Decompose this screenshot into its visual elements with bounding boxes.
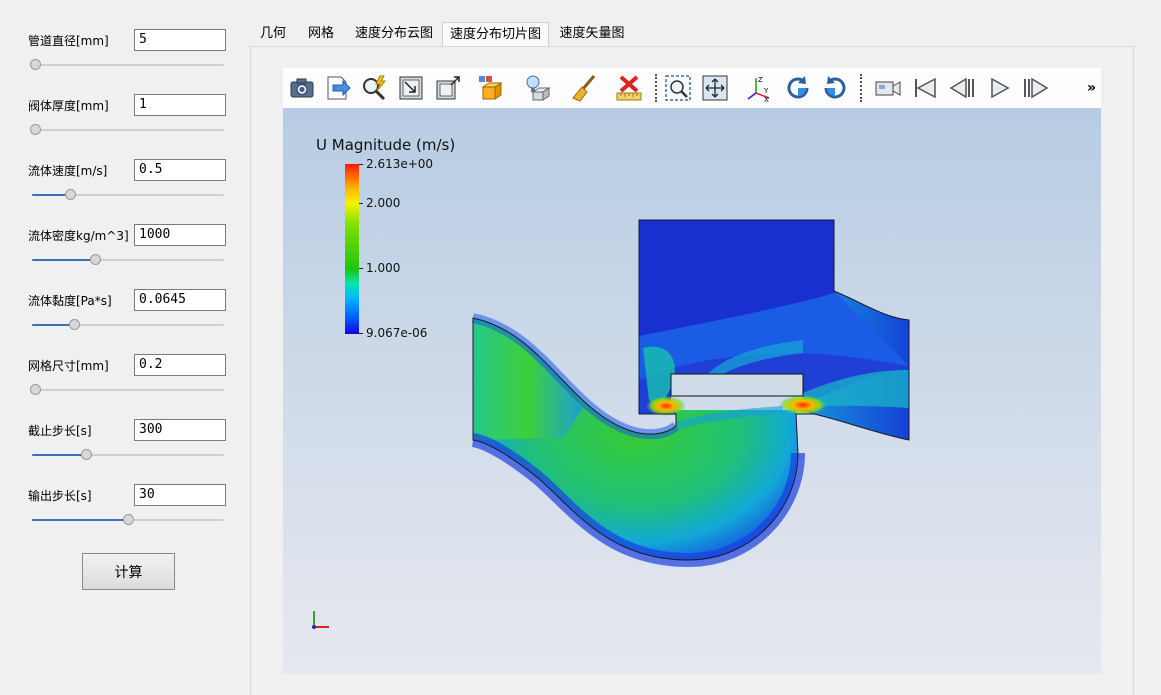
end-time-slider[interactable] (32, 449, 224, 461)
slider-thumb[interactable] (30, 59, 41, 70)
end-time-input[interactable]: 300 (134, 419, 226, 441)
toolbar-overflow-button[interactable]: » (1087, 80, 1096, 96)
last-frame-icon[interactable] (1021, 73, 1051, 103)
fluid-velocity-input[interactable]: 0.5 (134, 159, 226, 181)
play-icon[interactable] (984, 73, 1014, 103)
output-step-slider[interactable] (32, 514, 224, 526)
svg-text:Z: Z (758, 76, 763, 84)
mesh-size-label: 网格尺寸[mm] (28, 359, 109, 373)
slider-thumb[interactable] (65, 189, 77, 200)
tab-velocity-contour[interactable]: 速度分布云图 (346, 22, 442, 46)
svg-text:Y: Y (763, 87, 769, 95)
zoom-region-icon[interactable] (663, 73, 693, 103)
slider-thumb[interactable] (30, 124, 41, 135)
end-time-label: 截止步长[s] (28, 424, 92, 438)
render-viewport[interactable]: U Magnitude (m/s) 2.613e+00 2.000 1.000 … (283, 108, 1101, 674)
rotate-cw-icon[interactable] (783, 73, 813, 103)
prev-frame-icon[interactable] (947, 73, 977, 103)
light-icon[interactable] (523, 73, 553, 103)
fluid-viscosity-input[interactable]: 0.0645 (134, 289, 226, 311)
toolbar-separator (655, 74, 657, 102)
pipe-diameter-input[interactable]: 5 (134, 29, 226, 51)
delete-icon[interactable] (614, 73, 644, 103)
slider-thumb[interactable] (69, 319, 81, 330)
reset-view-icon[interactable] (396, 73, 426, 103)
valve-thickness-slider[interactable] (30, 124, 224, 136)
valve-thickness-input[interactable]: 1 (134, 94, 226, 116)
fluid-density-slider[interactable] (32, 254, 224, 266)
tab-geometry[interactable]: 几何 (250, 22, 296, 46)
rotate-ccw-icon[interactable] (820, 73, 850, 103)
orientation-axes (312, 611, 329, 629)
calculate-button[interactable]: 计算 (82, 553, 175, 590)
tab-mesh[interactable]: 网格 (298, 22, 344, 46)
first-frame-icon[interactable] (910, 73, 940, 103)
camera-record-icon[interactable] (873, 73, 903, 103)
toolbar-separator (860, 74, 862, 102)
velocity-slice-render (312, 219, 910, 629)
fluid-density-input[interactable]: 1000 (134, 224, 226, 246)
slider-thumb[interactable] (30, 384, 41, 395)
fluid-velocity-slider[interactable] (32, 189, 224, 201)
fluid-viscosity-slider[interactable] (32, 319, 224, 331)
pipe-diameter-slider[interactable] (30, 59, 224, 71)
output-step-input[interactable]: 30 (134, 484, 226, 506)
output-step-label: 输出步长[s] (28, 489, 92, 503)
camera-icon[interactable] (287, 73, 317, 103)
slider-thumb[interactable] (80, 449, 92, 460)
block-select-icon[interactable] (476, 73, 506, 103)
fluid-velocity-label: 流体速度[m/s] (28, 164, 108, 178)
viewer-toolbar: ZYX » (283, 68, 1101, 108)
axes-icon[interactable]: ZYX (744, 73, 774, 104)
slider-thumb[interactable] (123, 514, 134, 525)
tab-velocity-vector[interactable]: 速度矢量图 (550, 22, 634, 46)
valve-thickness-label: 阀体厚度[mm] (28, 99, 109, 113)
zoom-to-box-icon[interactable] (433, 73, 463, 103)
svg-text:X: X (764, 96, 769, 103)
slider-thumb[interactable] (90, 254, 102, 265)
fit-all-icon[interactable] (700, 73, 730, 103)
query-icon[interactable] (359, 73, 389, 103)
pipe-diameter-label: 管道直径[mm] (28, 34, 109, 48)
export-icon[interactable] (323, 73, 353, 103)
clear-icon[interactable] (570, 73, 600, 103)
mesh-size-input[interactable]: 0.2 (134, 354, 226, 376)
fluid-viscosity-label: 流体黏度[Pa*s] (28, 294, 112, 308)
fluid-density-label: 流体密度kg/m^3] (28, 229, 129, 243)
tab-velocity-slice[interactable]: 速度分布切片图 (442, 22, 549, 46)
mesh-size-slider[interactable] (30, 384, 224, 396)
